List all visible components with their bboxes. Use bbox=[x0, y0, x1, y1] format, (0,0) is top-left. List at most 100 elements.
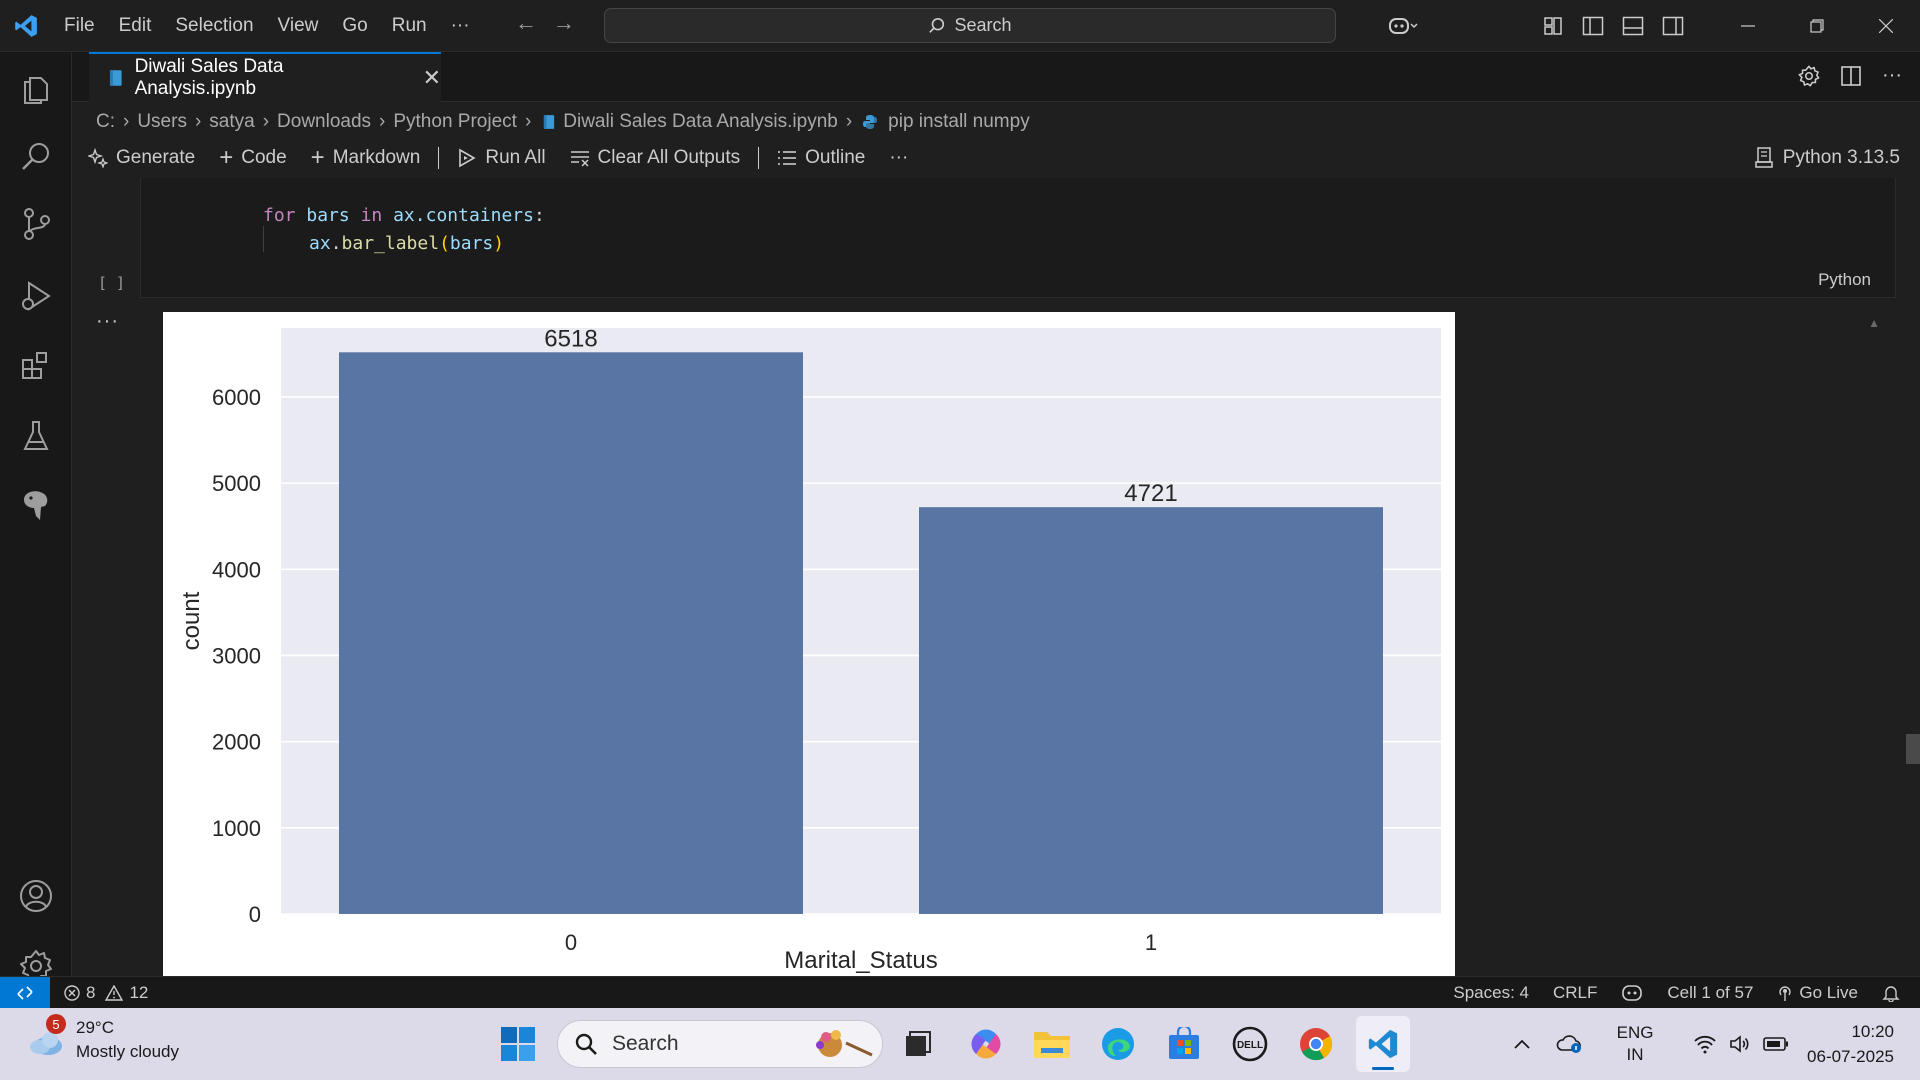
tab-close-icon[interactable]: ✕ bbox=[423, 65, 441, 91]
source-control-icon[interactable] bbox=[0, 194, 72, 254]
tab-notebook[interactable]: Diwali Sales Data Analysis.ipynb ✕ bbox=[89, 52, 441, 102]
menu-view[interactable]: View bbox=[266, 15, 331, 37]
remote-icon bbox=[17, 985, 33, 1000]
copilot-app-icon[interactable] bbox=[964, 1022, 1008, 1066]
title-right-controls bbox=[1373, 0, 1920, 52]
extensions-icon[interactable] bbox=[0, 336, 72, 396]
problems-indicator[interactable]: 8 12 bbox=[64, 983, 148, 1003]
warning-icon bbox=[105, 984, 124, 1001]
toggle-panel-icon[interactable] bbox=[1613, 16, 1653, 36]
taskbar-search[interactable]: Search bbox=[557, 1020, 883, 1068]
eol-status[interactable]: CRLF bbox=[1553, 983, 1597, 1003]
broadcast-icon bbox=[1779, 986, 1792, 1001]
breadcrumb-cell[interactable]: pip install numpy bbox=[888, 111, 1030, 133]
volume-icon bbox=[1730, 1035, 1749, 1053]
more-actions-icon[interactable]: ··· bbox=[1882, 65, 1902, 87]
menu-edit[interactable]: Edit bbox=[107, 15, 164, 37]
weather-badge: 5 bbox=[46, 1014, 66, 1034]
tab-label: Diwali Sales Data Analysis.ipynb bbox=[134, 56, 284, 99]
network-volume-battery[interactable] bbox=[1675, 1034, 1807, 1054]
back-arrow-icon[interactable]: ← bbox=[515, 10, 537, 36]
onedrive-icon[interactable] bbox=[1545, 1034, 1595, 1054]
windows-start-icon[interactable] bbox=[496, 1022, 540, 1066]
vscode-logo-icon bbox=[0, 0, 52, 52]
editor-scrollbar-thumb[interactable] bbox=[1906, 734, 1920, 764]
copilot-icon[interactable] bbox=[1373, 15, 1433, 37]
clear-all-outputs-button[interactable]: Clear All Outputs bbox=[558, 147, 753, 169]
breadcrumb-notebook[interactable]: Diwali Sales Data Analysis.ipynb bbox=[563, 111, 838, 133]
menu-file[interactable]: File bbox=[52, 15, 107, 37]
go-live-button[interactable]: Go Live bbox=[1777, 983, 1858, 1003]
run-all-icon bbox=[459, 148, 476, 168]
notifications-bell-icon[interactable] bbox=[1882, 984, 1900, 1002]
copilot-status-icon[interactable] bbox=[1621, 984, 1643, 1002]
customize-layout-icon[interactable] bbox=[1533, 16, 1573, 36]
scroll-up-icon[interactable]: ▲ bbox=[1868, 316, 1880, 330]
notebook-settings-gear-icon[interactable] bbox=[1798, 65, 1820, 87]
weather-widget[interactable]: 5 29°C Mostly cloudy bbox=[26, 1014, 179, 1064]
code-line-2[interactable]: ax.bar_label(bars) bbox=[309, 233, 504, 254]
battery-icon bbox=[1763, 1037, 1789, 1051]
vscode-taskbar-icon[interactable] bbox=[1356, 1016, 1410, 1072]
file-explorer-icon[interactable] bbox=[1030, 1022, 1074, 1066]
y-tick-label: 2000 bbox=[212, 730, 261, 755]
toggle-primary-sidebar-icon[interactable] bbox=[1573, 16, 1613, 36]
language-indicator[interactable]: ENG IN bbox=[1595, 1022, 1675, 1066]
elephant-extension-icon[interactable] bbox=[0, 476, 72, 536]
edge-browser-icon[interactable] bbox=[1096, 1022, 1140, 1066]
cell-language-label[interactable]: Python bbox=[1818, 270, 1871, 290]
command-center-search[interactable]: Search bbox=[604, 8, 1336, 43]
toggle-secondary-sidebar-icon[interactable] bbox=[1653, 16, 1693, 36]
show-hidden-icons-chevron-icon[interactable] bbox=[1499, 1039, 1545, 1049]
code-line-1[interactable]: for bars in ax.containers: bbox=[263, 205, 545, 226]
generate-button[interactable]: Generate bbox=[72, 147, 207, 169]
dell-app-icon[interactable]: DELL bbox=[1228, 1022, 1272, 1066]
add-code-cell-button[interactable]: + Code bbox=[207, 146, 298, 170]
menu-run[interactable]: Run bbox=[380, 15, 439, 37]
accounts-icon[interactable] bbox=[0, 866, 72, 926]
search-sidebar-icon[interactable] bbox=[0, 126, 72, 186]
toolbar-more-button[interactable]: ··· bbox=[877, 147, 920, 169]
microsoft-store-icon[interactable] bbox=[1162, 1022, 1206, 1066]
output-more-icon[interactable]: ··· bbox=[96, 310, 119, 333]
svg-text:DELL: DELL bbox=[1237, 1040, 1263, 1051]
tab-actions: ··· bbox=[1798, 65, 1902, 87]
outline-button[interactable]: Outline bbox=[765, 147, 877, 169]
activity-bar bbox=[0, 52, 72, 982]
chevron-right-icon: › bbox=[524, 111, 532, 132]
menu-more[interactable]: ··· bbox=[439, 15, 482, 37]
go-live-label: Go Live bbox=[1799, 983, 1858, 1002]
breadcrumb-users[interactable]: Users bbox=[137, 111, 187, 133]
split-editor-icon[interactable] bbox=[1840, 65, 1862, 87]
kernel-picker[interactable]: Python 3.13.5 bbox=[1754, 142, 1900, 174]
forward-arrow-icon[interactable]: → bbox=[553, 10, 575, 36]
restore-button[interactable] bbox=[1782, 0, 1851, 52]
cell-position-status[interactable]: Cell 1 of 57 bbox=[1667, 983, 1753, 1003]
execution-count[interactable]: [ ] bbox=[98, 274, 125, 292]
breadcrumb-drive[interactable]: C: bbox=[96, 111, 115, 133]
add-markdown-cell-button[interactable]: + Markdown bbox=[299, 146, 433, 170]
menu-selection[interactable]: Selection bbox=[163, 15, 265, 37]
task-view-icon[interactable] bbox=[896, 1022, 940, 1066]
clock[interactable]: 10:20 06-07-2025 bbox=[1807, 1019, 1920, 1069]
explorer-icon[interactable] bbox=[0, 58, 72, 118]
toolbar-divider bbox=[758, 147, 760, 169]
y-tick-label: 0 bbox=[249, 902, 261, 927]
error-count: 8 bbox=[86, 982, 96, 1002]
menu-go[interactable]: Go bbox=[330, 15, 379, 37]
run-all-button[interactable]: Run All bbox=[445, 147, 557, 169]
testing-flask-icon[interactable] bbox=[0, 406, 72, 466]
breadcrumb-python-project[interactable]: Python Project bbox=[393, 111, 517, 133]
minimize-button[interactable] bbox=[1713, 0, 1782, 52]
indentation-status[interactable]: Spaces: 4 bbox=[1453, 983, 1529, 1003]
y-tick-label: 1000 bbox=[212, 816, 261, 841]
y-tick-label: 6000 bbox=[212, 385, 261, 410]
remote-indicator[interactable] bbox=[0, 976, 50, 1009]
breadcrumb-satya[interactable]: satya bbox=[209, 111, 254, 133]
run-debug-icon[interactable] bbox=[0, 266, 72, 326]
chrome-browser-icon[interactable] bbox=[1294, 1022, 1338, 1066]
code-cell[interactable]: for bars in ax.containers: ax.bar_label(… bbox=[140, 178, 1896, 298]
breadcrumb-downloads[interactable]: Downloads bbox=[277, 111, 371, 133]
close-window-button[interactable] bbox=[1851, 0, 1920, 52]
y-tick-label: 5000 bbox=[212, 471, 261, 496]
